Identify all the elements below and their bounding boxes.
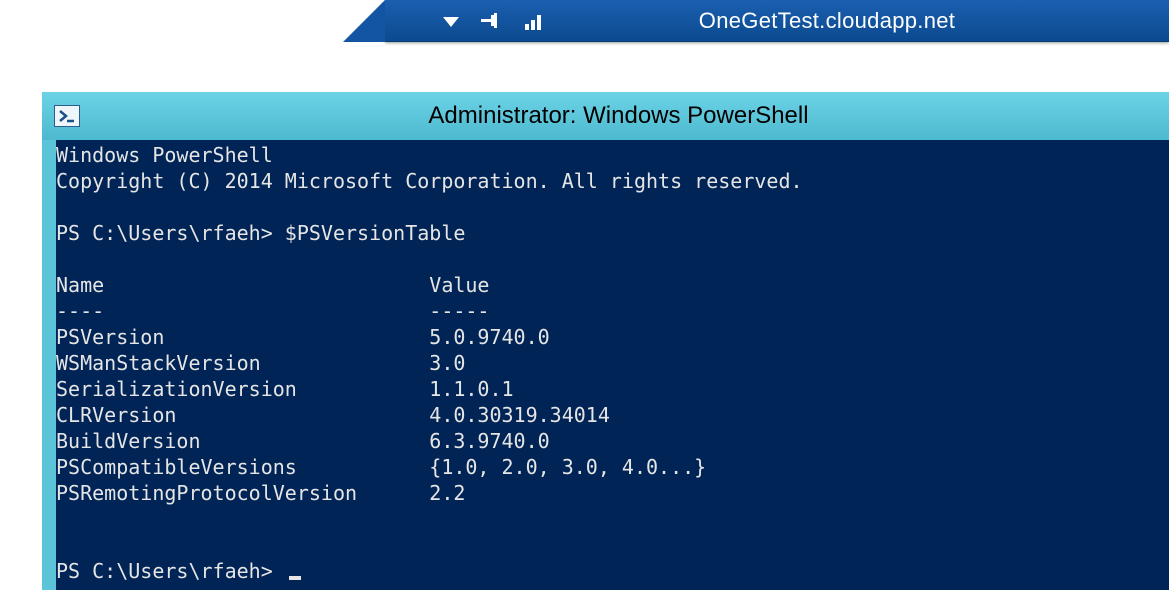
prompt: PS C:\Users\rfaeh> (56, 221, 285, 245)
signal-icon[interactable] (525, 12, 545, 30)
banner-line: Windows PowerShell (56, 143, 273, 167)
powershell-window[interactable]: Administrator: Windows PowerShell Window… (42, 92, 1169, 590)
command: $PSVersionTable (285, 221, 466, 245)
connection-bar-icons (385, 12, 545, 30)
chevron-down-icon[interactable] (443, 15, 459, 27)
connection-hostname: OneGetTest.cloudapp.net (545, 8, 1169, 34)
prompt: PS C:\Users\rfaeh> (56, 559, 285, 583)
connection-bar-notch (343, 0, 385, 42)
window-title: Administrator: Windows PowerShell (80, 102, 1157, 130)
terminal-output[interactable]: Windows PowerShell Copyright (C) 2014 Mi… (56, 140, 1169, 590)
powershell-icon (54, 105, 80, 127)
cursor (289, 576, 301, 580)
pin-icon[interactable] (481, 12, 503, 30)
version-table: Name Value ---- ----- PSVersion 5.0.9740… (56, 273, 706, 505)
rdp-connection-bar[interactable]: OneGetTest.cloudapp.net (385, 0, 1169, 42)
window-titlebar[interactable]: Administrator: Windows PowerShell (42, 92, 1169, 140)
banner-line: Copyright (C) 2014 Microsoft Corporation… (56, 169, 803, 193)
